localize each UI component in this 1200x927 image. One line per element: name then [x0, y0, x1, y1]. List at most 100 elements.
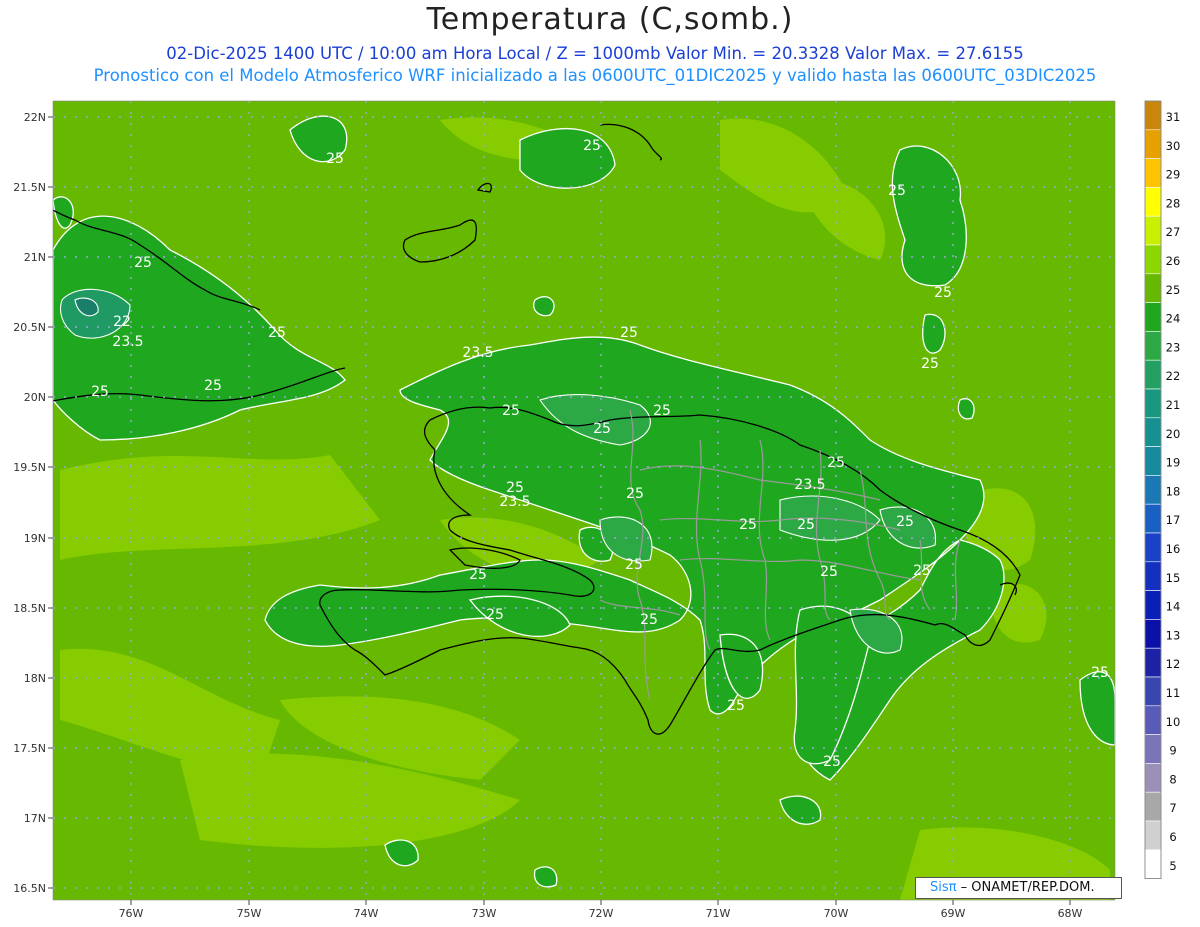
contour-label: 25 — [921, 356, 939, 372]
temperature-map: 22N 21.5N 21N 20.5N 20N 19.5N 19N 18.5N 18N 17.5N… — [13, 100, 1181, 920]
lon-tick-label: 70W — [824, 907, 849, 920]
colorbar-swatch — [1144, 273, 1162, 303]
contour-label: 25 — [727, 698, 745, 714]
colorbar-swatch — [1144, 359, 1162, 390]
temperature-colorbar: 31 30 29 28 27 26 25 24 23 22 21 20 19 18 17 16 15 14 13 12… — [1144, 100, 1181, 879]
colorbar-label: 5 — [1169, 859, 1176, 873]
colorbar-swatch — [1144, 244, 1162, 275]
colorbar-label: 29 — [1166, 168, 1181, 182]
colorbar-swatch — [1144, 503, 1162, 534]
lat-tick-label: 20N — [24, 391, 46, 404]
contour-label: 25 — [204, 378, 222, 394]
lat-tick-label: 18.5N — [13, 602, 46, 615]
lon-tick-label: 74W — [354, 907, 379, 920]
contour-label: 25 — [896, 514, 914, 530]
contour-label: 25 — [913, 563, 931, 579]
contour-label: 25 — [268, 325, 286, 341]
colorbar-swatch — [1144, 100, 1162, 131]
lat-tick-label: 17N — [24, 812, 46, 825]
colorbar-label: 17 — [1166, 513, 1181, 527]
contour-label: 25 — [626, 486, 644, 502]
colorbar-label: 25 — [1166, 283, 1181, 297]
colorbar-label: 28 — [1166, 196, 1181, 210]
contour-label: 22 — [113, 314, 131, 330]
lat-tick-label: 21.5N — [13, 181, 46, 194]
lon-tick-label: 76W — [119, 907, 144, 920]
lat-tick-label: 18N — [24, 672, 46, 685]
colorbar-swatch — [1144, 388, 1162, 419]
credit-box: Sisπ – ONAMET/REP.DOM. — [915, 877, 1122, 899]
lat-tick-label: 21N — [24, 251, 46, 264]
sispi-logo: Sisπ — [930, 880, 957, 895]
colorbar-swatch — [1144, 676, 1162, 707]
colorbar-label: 23 — [1166, 340, 1181, 354]
lat-tick-label: 16.5N — [13, 882, 46, 895]
contour-label: 25 — [823, 754, 841, 770]
colorbar-swatch — [1144, 446, 1162, 476]
contour-label: 25 — [625, 557, 643, 573]
colorbar-swatch — [1144, 158, 1162, 188]
contour-label: 25 — [653, 403, 671, 419]
contour-label: 23.5 — [794, 477, 825, 493]
map-title: Temperatura (C,somb.) — [426, 2, 794, 37]
credit-text: – ONAMET/REP.DOM. — [956, 880, 1095, 895]
contour-label: 25 — [593, 421, 611, 437]
colorbar-label: 13 — [1166, 628, 1181, 642]
colorbar-swatch — [1144, 215, 1162, 246]
colorbar-swatch — [1144, 302, 1162, 332]
colorbar-swatch — [1144, 561, 1162, 591]
colorbar-label: 12 — [1166, 657, 1181, 671]
colorbar-label: 16 — [1166, 542, 1181, 556]
contour-label: 25 — [934, 285, 952, 301]
contour-label: 25 — [326, 151, 344, 167]
lat-tick-label: 19.5N — [13, 461, 46, 474]
lon-tick-label: 71W — [706, 907, 731, 920]
colorbar-label: 14 — [1166, 600, 1181, 614]
colorbar-label: 9 — [1169, 744, 1176, 758]
lat-tick-label: 20.5N — [13, 321, 46, 334]
contour-label: 25 — [469, 567, 487, 583]
lon-tick-label: 73W — [472, 907, 497, 920]
colorbar-label: 27 — [1166, 225, 1181, 239]
colorbar-swatch — [1144, 331, 1162, 361]
longitude-axis: 76W 75W 74W 73W 72W 71W 70W 69W 68W — [119, 900, 1083, 920]
colorbar-swatch — [1144, 590, 1162, 620]
contour-label: 25 — [91, 384, 109, 400]
valid-time-subtitle: 02-Dic-2025 1400 UTC / 10:00 am Hora Loc… — [166, 44, 1024, 63]
colorbar-swatch — [1144, 705, 1162, 735]
colorbar-swatch — [1144, 532, 1162, 563]
lat-tick-label: 17.5N — [13, 742, 46, 755]
contour-label: 25 — [888, 183, 906, 199]
lon-tick-label: 69W — [941, 907, 966, 920]
colorbar-label: 20 — [1166, 427, 1181, 441]
lat-tick-label: 19N — [24, 532, 46, 545]
lon-tick-label: 72W — [589, 907, 614, 920]
colorbar-swatch — [1144, 647, 1162, 678]
colorbar-label: 8 — [1169, 772, 1176, 786]
colorbar-swatch — [1144, 619, 1162, 649]
lon-tick-label: 68W — [1058, 907, 1083, 920]
contour-label: 25 — [583, 138, 601, 154]
colorbar-label: 30 — [1166, 139, 1181, 153]
contour-label: 25 — [134, 255, 152, 271]
colorbar-swatch — [1144, 734, 1162, 764]
contour-label: 25 — [1091, 665, 1109, 681]
contour-label: 25 — [827, 455, 845, 471]
colorbar-swatch — [1144, 417, 1162, 447]
colorbar-label: 24 — [1166, 312, 1181, 326]
contour-label: 23.5 — [112, 334, 143, 350]
colorbar-label: 10 — [1166, 715, 1181, 729]
contour-label: 23.5 — [462, 345, 493, 361]
colorbar-swatch — [1144, 820, 1162, 851]
colorbar-swatch — [1144, 791, 1162, 822]
contour-label: 25 — [739, 517, 757, 533]
latitude-axis: 22N 21.5N 21N 20.5N 20N 19.5N 19N 18.5N 18N 17.5N… — [13, 111, 53, 895]
contour-label: 23.5 — [499, 494, 530, 510]
contour-label: 25 — [820, 564, 838, 580]
colorbar-label: 15 — [1166, 571, 1181, 585]
colorbar-label: 18 — [1166, 484, 1181, 498]
lat-tick-label: 22N — [24, 111, 46, 124]
colorbar-swatch — [1144, 129, 1162, 159]
lon-tick-label: 75W — [237, 907, 262, 920]
model-run-subtitle: Pronostico con el Modelo Atmosferico WRF… — [93, 66, 1097, 85]
